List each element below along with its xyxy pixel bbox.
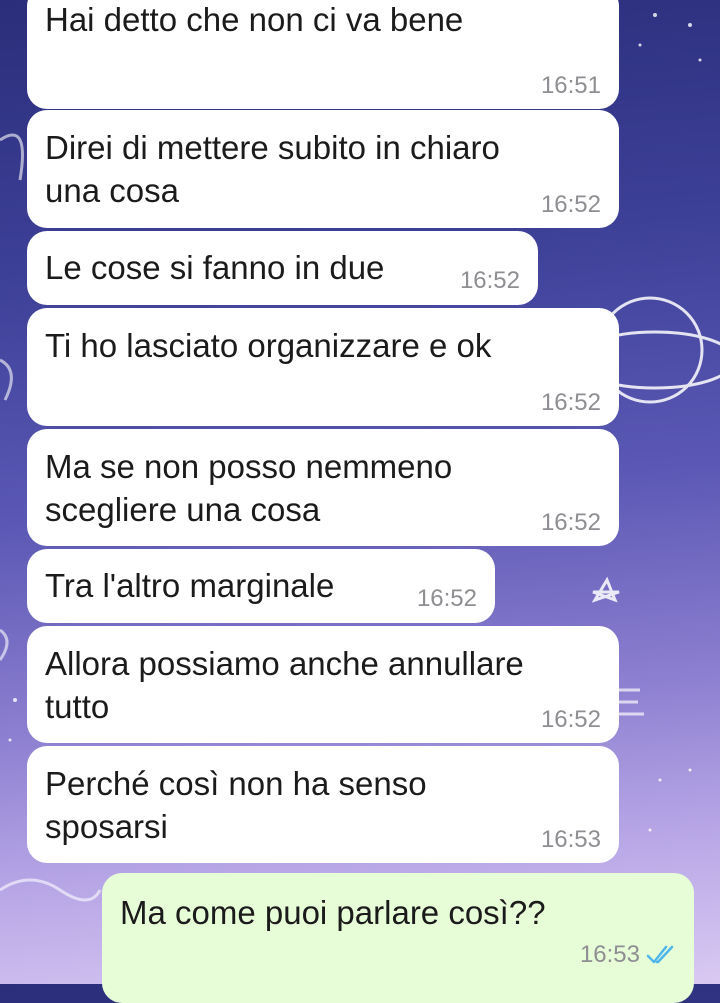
message-text: Ma come puoi parlare così?? [120,894,546,931]
message-bubble-incoming[interactable]: Ti ho lasciato organizzare e ok 16:52 [27,308,619,426]
message-timestamp: 16:53 [540,826,601,853]
message-text: Ma se non posso nemmeno scegliere una co… [45,448,453,528]
message-text: Allora possiamo anche annullare tutto [45,645,524,725]
message-bubble-incoming[interactable]: Le cose si fanno in due 16:52 [27,231,538,305]
message-text: Perché così non ha senso sposarsi [45,765,427,845]
double-check-icon [646,945,674,964]
message-timestamp: 16:52 [540,706,601,733]
message-bubble-incoming[interactable]: Hai detto che non ci va bene 16:51 [27,0,619,109]
message-bubble-incoming[interactable]: Allora possiamo anche annullare tutto 16… [27,626,619,743]
message-text: Direi di mettere subito in chiaro una co… [45,129,500,209]
message-timestamp: 16:52 [459,267,520,294]
message-status: 16:53 [580,941,676,969]
message-timestamp: 16:51 [540,72,601,99]
message-timestamp: 16:53 [579,941,640,968]
message-text: Le cose si fanno in due [45,249,385,286]
message-timestamp: 16:52 [416,585,477,612]
message-timestamp: 16:52 [540,389,601,416]
star-doodle-icon [591,576,620,603]
message-text: Hai detto che non ci va bene [45,1,464,38]
message-text: Ti ho lasciato organizzare e ok [45,327,492,364]
message-bubble-incoming[interactable]: Direi di mettere subito in chiaro una co… [27,110,619,228]
message-bubble-incoming[interactable]: Perché così non ha senso sposarsi 16:53 [27,746,619,863]
message-bubble-incoming[interactable]: Tra l'altro marginale 16:52 [27,549,495,623]
message-timestamp: 16:52 [540,509,601,536]
message-bubble-incoming[interactable]: Ma se non posso nemmeno scegliere una co… [27,429,619,546]
message-text: Tra l'altro marginale [45,567,335,604]
message-timestamp: 16:52 [540,191,601,218]
